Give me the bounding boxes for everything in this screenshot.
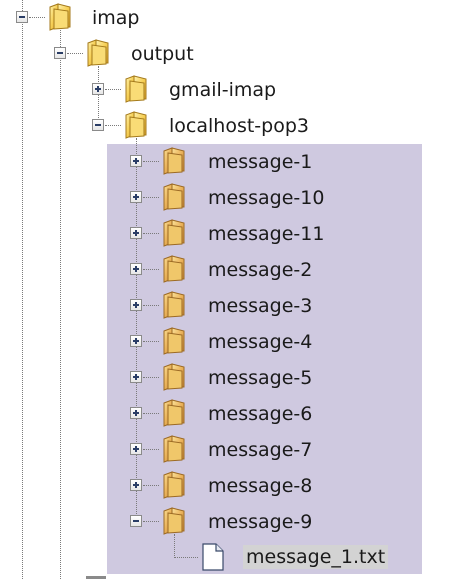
tree-guide-line — [143, 161, 159, 162]
tree-node-label[interactable]: message-4 — [208, 330, 312, 354]
tree-guide-line — [143, 485, 159, 486]
expand-toggle-gmail-imap[interactable] — [92, 83, 104, 95]
tree-node-label[interactable]: message-5 — [208, 366, 312, 390]
tree-guide-line — [105, 125, 121, 126]
folder-icon — [125, 111, 147, 139]
folder-icon — [163, 147, 185, 175]
tree-node-label[interactable]: message-10 — [208, 186, 324, 210]
expand-toggle-message-7[interactable] — [130, 443, 142, 455]
tree-guide-line — [22, 0, 23, 579]
expand-toggle-message-8[interactable] — [130, 479, 142, 491]
folder-icon — [163, 219, 185, 247]
tree-node-label[interactable]: message-6 — [208, 402, 312, 426]
tree-guide-line — [143, 305, 159, 306]
expand-toggle-message-4[interactable] — [130, 335, 142, 347]
expand-toggle-message-10[interactable] — [130, 191, 142, 203]
collapse-toggle-imap[interactable] — [16, 11, 28, 23]
folder-icon — [163, 183, 185, 211]
tree-guide-line — [67, 53, 83, 54]
tree-node-label[interactable]: message-11 — [208, 222, 324, 246]
tree-guide-line — [174, 557, 198, 558]
tree-guide-line — [29, 17, 45, 18]
folder-icon — [163, 363, 185, 391]
folder-icon — [163, 291, 185, 319]
tree-guide-line — [60, 30, 61, 579]
tree-guide-line — [143, 521, 159, 522]
tree-node-label-selected-file[interactable]: message_1.txt — [243, 545, 389, 569]
tree-node-label[interactable]: message-1 — [208, 150, 312, 174]
expand-toggle-message-1[interactable] — [130, 155, 142, 167]
tree-node-label[interactable]: output — [131, 42, 194, 66]
expand-toggle-message-6[interactable] — [130, 407, 142, 419]
tree-guide-line — [98, 66, 99, 126]
file-tree: imap output gmail-imap localhost-pop3 me… — [0, 0, 457, 579]
tree-node-label[interactable]: message-3 — [208, 294, 312, 318]
folder-icon — [163, 435, 185, 463]
expand-toggle-message-2[interactable] — [130, 263, 142, 275]
folder-icon — [125, 75, 147, 103]
tree-node-label[interactable]: localhost-pop3 — [169, 114, 309, 138]
tree-guide-line — [143, 413, 159, 414]
folder-icon — [49, 3, 71, 31]
folder-icon — [163, 255, 185, 283]
collapse-toggle-message-9[interactable] — [130, 515, 142, 527]
folder-icon — [163, 507, 185, 535]
folder-icon — [163, 399, 185, 427]
tree-guide-line — [143, 341, 159, 342]
tree-guide-line — [143, 377, 159, 378]
text-file-icon — [202, 543, 224, 571]
tree-guide-line — [105, 89, 121, 90]
tree-node-label[interactable]: message-8 — [208, 474, 312, 498]
folder-icon — [163, 471, 185, 499]
tree-node-label[interactable]: message-2 — [208, 258, 312, 282]
expand-toggle-message-11[interactable] — [130, 227, 142, 239]
tree-node-label[interactable]: message-9 — [208, 510, 312, 534]
tree-node-label[interactable]: gmail-imap — [169, 78, 276, 102]
tree-guide-line — [174, 534, 175, 558]
tree-guide-line — [143, 449, 159, 450]
tree-node-label[interactable]: message-7 — [208, 438, 312, 462]
expand-toggle-message-5[interactable] — [130, 371, 142, 383]
tree-guide-line — [143, 233, 159, 234]
folder-icon — [163, 327, 185, 355]
collapse-toggle-output[interactable] — [54, 47, 66, 59]
tree-guide-line — [143, 197, 159, 198]
tree-node-label[interactable]: imap — [92, 6, 140, 30]
tree-guide-line — [143, 269, 159, 270]
collapse-toggle-localhost-pop3[interactable] — [92, 119, 104, 131]
expand-toggle-message-3[interactable] — [130, 299, 142, 311]
folder-icon — [87, 39, 109, 67]
